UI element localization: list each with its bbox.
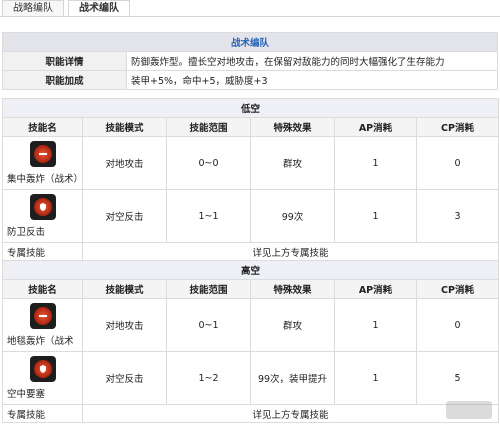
header-cp-cost: CP消耗 — [415, 279, 500, 299]
skill-mode: 对空反击 — [82, 351, 167, 405]
header-skill-range: 技能范围 — [166, 279, 251, 299]
table-row: 空中要塞 对空反击 1~2 99次，装甲提升 1 5 — [2, 351, 500, 405]
header-ap-cost: AP消耗 — [334, 117, 417, 137]
shield-icon — [29, 356, 56, 382]
formation-info-table: 战术编队 职能详情 防御轰炸型。擅长空对地攻击，在保留对敌能力的同时大幅强化了生… — [2, 32, 498, 90]
skill-range: 0~1 — [166, 298, 251, 352]
bomb-icon — [29, 141, 56, 167]
skill-effect: 99次，装甲提升 — [250, 351, 335, 405]
skill-effect: 99次 — [250, 189, 335, 243]
skill-name: 空中要塞 — [7, 389, 46, 400]
table-row: 集中轰炸（战术） 对地攻击 0~0 群攻 1 0 — [2, 136, 500, 190]
skill-mode: 对地攻击 — [82, 136, 167, 190]
exclusive-skill-row: 专属技能 详见上方专属技能 — [2, 242, 500, 261]
skill-name: 地毯轰炸（战术 — [7, 336, 74, 347]
info-label-details: 职能详情 — [2, 51, 127, 71]
header-ap-cost: AP消耗 — [334, 279, 417, 299]
skill-cp: 0 — [415, 298, 500, 352]
header-cp-cost: CP消耗 — [415, 117, 500, 137]
skill-ap: 1 — [334, 298, 417, 352]
header-skill-name: 技能名 — [2, 279, 83, 299]
skill-range: 1~2 — [166, 351, 251, 405]
skill-range: 0~0 — [166, 136, 251, 190]
skill-name: 集中轰炸（战术） — [7, 174, 84, 185]
skills-table: 低空 技能名 技能模式 技能范围 特殊效果 AP消耗 CP消耗 集中轰炸（战术）… — [1, 98, 500, 423]
table-row: 防卫反击 对空反击 1~1 99次 1 3 — [2, 189, 500, 243]
exclusive-skill-row: 专属技能 详见上方专属技能 — [2, 404, 500, 423]
exclusive-skill-value: 详见上方专属技能 — [81, 242, 500, 261]
watermark-logo — [446, 401, 492, 419]
section-title-low: 低空 — [1, 98, 500, 118]
skill-range: 1~1 — [166, 189, 251, 243]
header-skill-name: 技能名 — [2, 117, 83, 137]
table-row: 地毯轰炸（战术 对地攻击 0~1 群攻 1 0 — [2, 298, 500, 352]
skill-cp: 0 — [415, 136, 500, 190]
header-skill-range: 技能范围 — [166, 117, 251, 137]
info-value-bonus: 装甲+5%，命中+5，威胁度+3 — [126, 70, 498, 90]
info-value-details: 防御轰炸型。擅长空对地攻击，在保留对敌能力的同时大幅强化了生存能力 — [126, 51, 498, 71]
header-skill-mode: 技能模式 — [82, 279, 167, 299]
header-special-effect: 特殊效果 — [250, 117, 335, 137]
skill-effect: 群攻 — [250, 298, 335, 352]
bomb-icon — [29, 303, 56, 329]
shield-icon — [29, 194, 56, 220]
formation-title: 战术编队 — [2, 32, 498, 52]
skill-mode: 对空反击 — [82, 189, 167, 243]
tab-tactical-formation[interactable]: 战术编队 — [68, 0, 130, 16]
tab-bar: 战略编队 战术编队 — [0, 0, 500, 17]
skill-effect: 群攻 — [250, 136, 335, 190]
tab-strategic-formation[interactable]: 战略编队 — [2, 0, 64, 16]
section-title-high: 高空 — [1, 260, 500, 280]
header-skill-mode: 技能模式 — [82, 117, 167, 137]
skill-cp: 3 — [415, 189, 500, 243]
skill-ap: 1 — [334, 189, 417, 243]
skill-name: 防卫反击 — [7, 227, 46, 238]
exclusive-skill-label: 专属技能 — [2, 242, 83, 261]
info-label-bonus: 职能加成 — [2, 70, 127, 90]
skill-mode: 对地攻击 — [82, 298, 167, 352]
skill-ap: 1 — [334, 136, 417, 190]
header-special-effect: 特殊效果 — [250, 279, 335, 299]
exclusive-skill-value: 详见上方专属技能 — [81, 404, 500, 423]
exclusive-skill-label: 专属技能 — [2, 404, 83, 423]
skill-ap: 1 — [334, 351, 417, 405]
